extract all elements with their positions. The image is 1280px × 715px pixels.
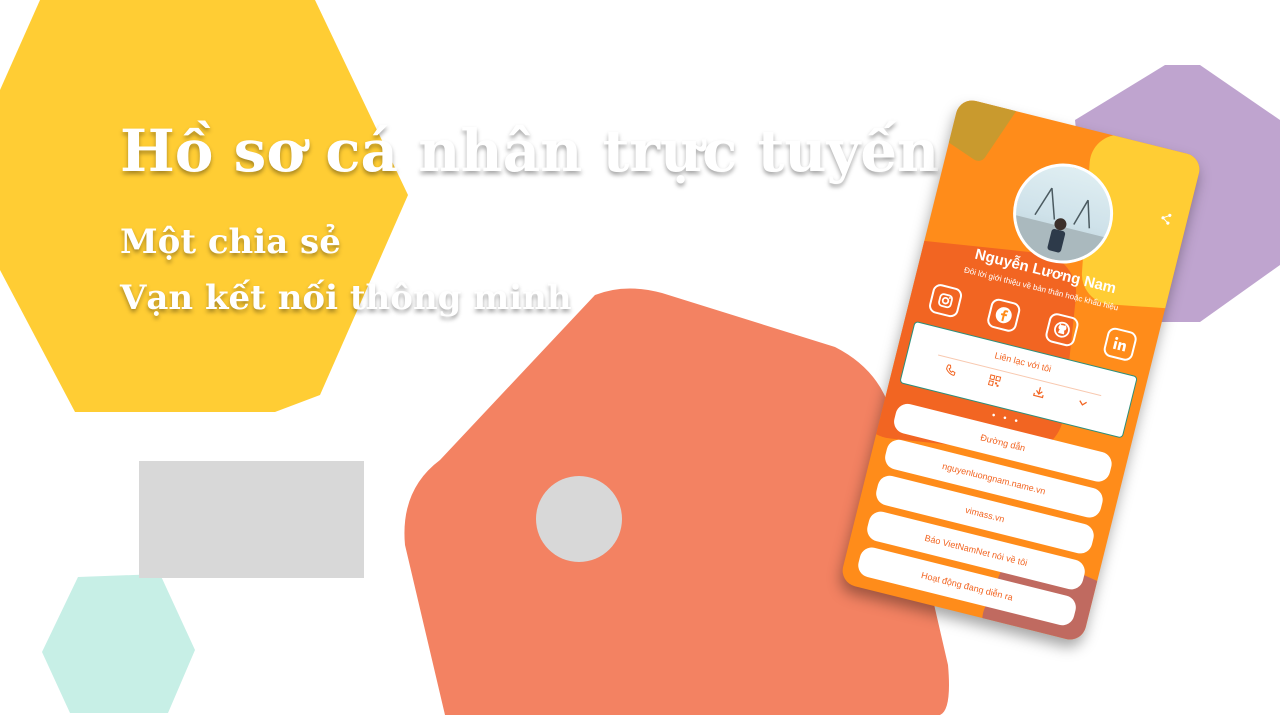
linkedin-icon[interactable] — [1101, 326, 1139, 363]
hero-subtitle-line1: Một chia sẻ — [120, 222, 341, 262]
phone-icon[interactable] — [943, 363, 958, 380]
yellow-hexagon — [0, 0, 408, 412]
download-icon[interactable] — [1031, 385, 1046, 402]
mint-hexagon — [42, 574, 195, 713]
image-placeholder-rect — [139, 461, 364, 578]
hero-subtitle-line2: Vạn kết nối thông minh — [120, 278, 572, 318]
qr-icon[interactable] — [987, 374, 1002, 391]
chevron-down-icon[interactable] — [1075, 396, 1090, 413]
image-placeholder-circle — [536, 476, 622, 562]
hero-title: Hồ sơ cá nhân trực tuyến — [120, 117, 940, 185]
